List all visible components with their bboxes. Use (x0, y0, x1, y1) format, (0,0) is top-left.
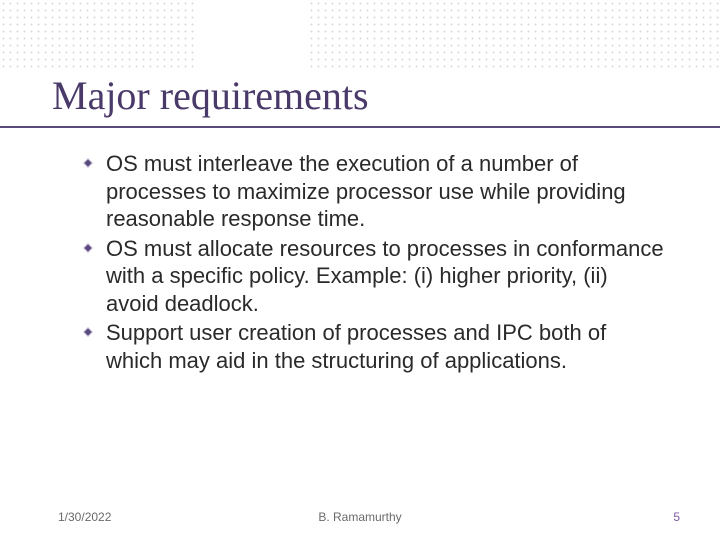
title-underline (0, 126, 720, 128)
list-item-text: OS must allocate resources to processes … (106, 236, 664, 316)
footer-page-number: 5 (673, 510, 680, 524)
slide: Major requirements OS must interleave th… (0, 0, 720, 540)
list-item: OS must interleave the execution of a nu… (106, 150, 666, 233)
dotted-background (0, 0, 720, 72)
diamond-bullet-icon (82, 157, 94, 169)
footer-author: B. Ramamurthy (0, 510, 720, 524)
list-item-text: Support user creation of processes and I… (106, 320, 606, 373)
diamond-bullet-icon (82, 242, 94, 254)
list-item-text: OS must interleave the execution of a nu… (106, 151, 626, 231)
list-item: OS must allocate resources to processes … (106, 235, 666, 318)
slide-title: Major requirements (52, 72, 369, 119)
list-item: Support user creation of processes and I… (106, 319, 666, 374)
diamond-bullet-icon (82, 326, 94, 338)
slide-body: OS must interleave the execution of a nu… (106, 150, 666, 376)
dotted-background-gap (195, 0, 307, 72)
